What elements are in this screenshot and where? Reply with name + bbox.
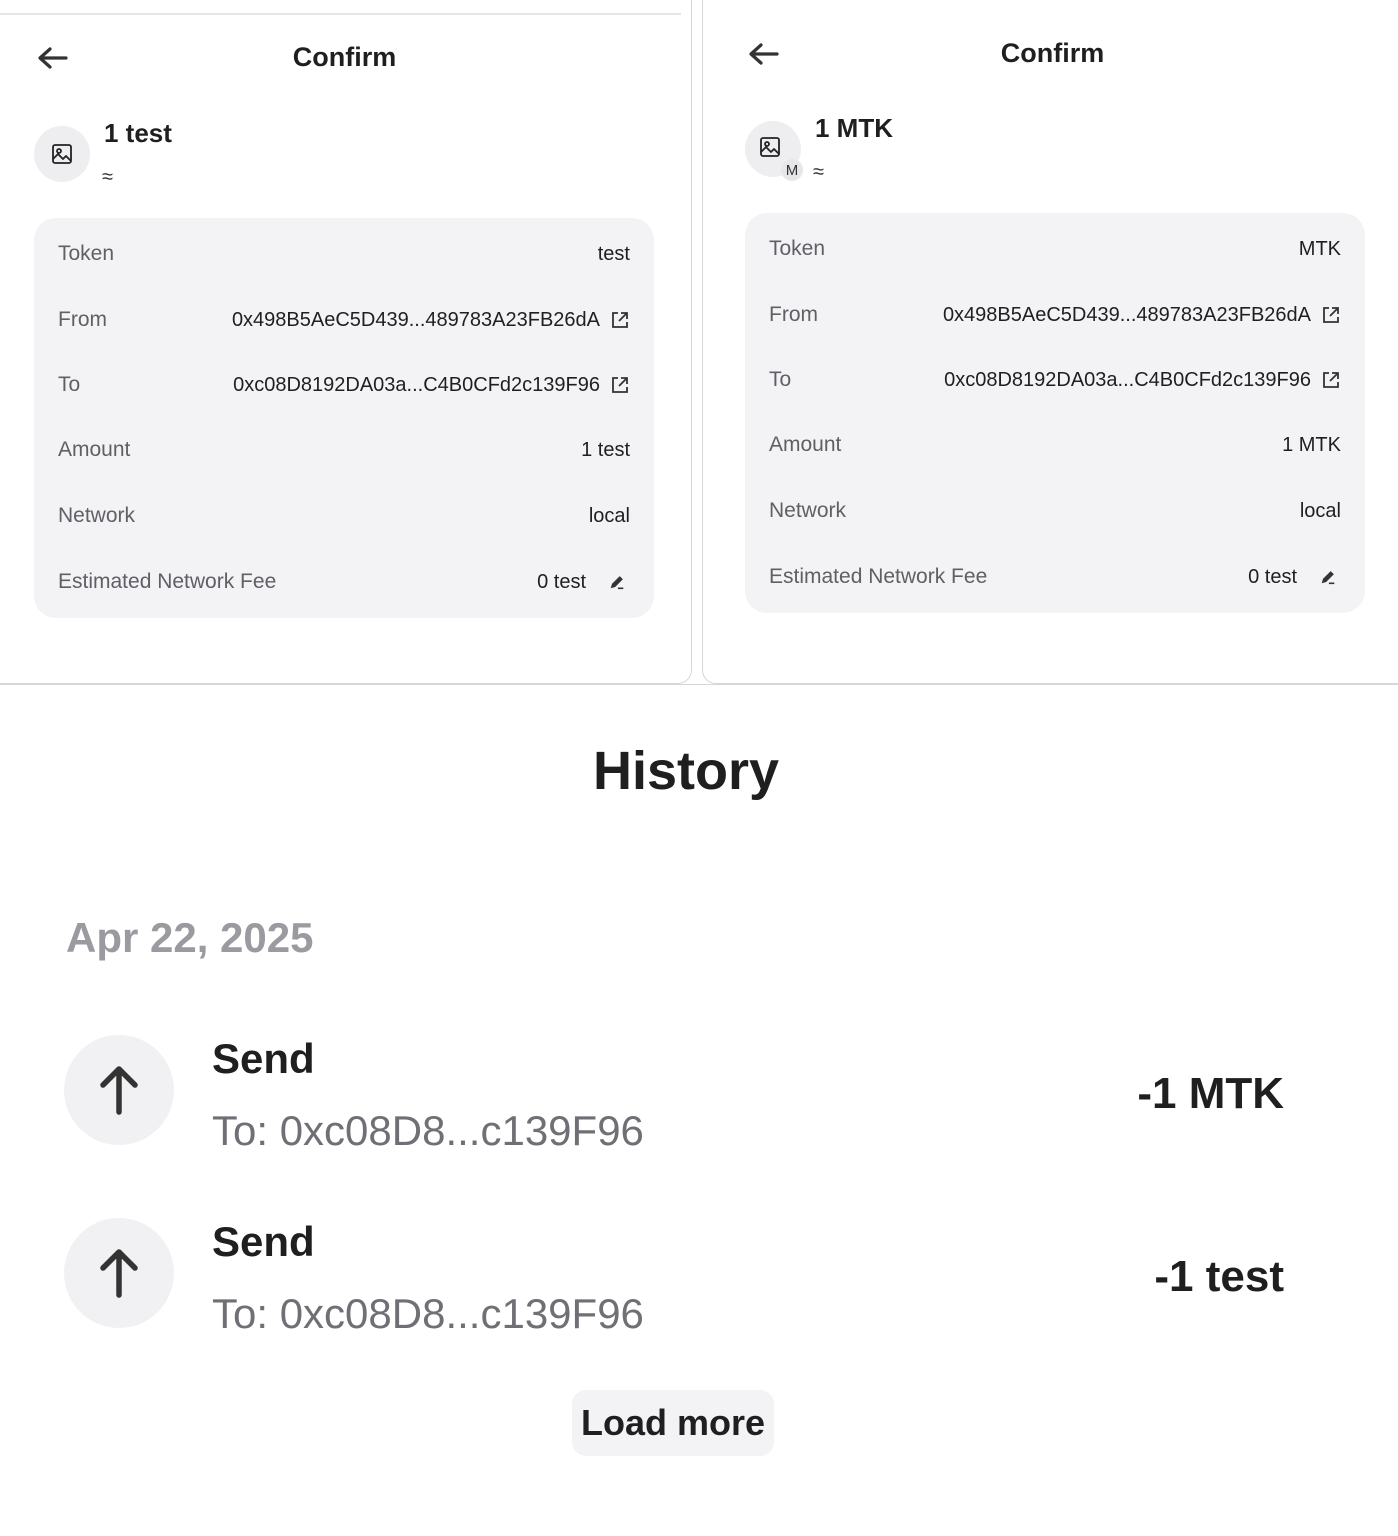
transaction-amount: -1 test (1154, 1252, 1284, 1301)
detail-row-amount: Amount 1 test (58, 430, 630, 470)
to-address: 0xc08D8192DA03a...C4B0CFd2c139F96 (233, 373, 600, 396)
transaction-recipient: To: 0xc08D8...c139F96 (212, 1290, 644, 1337)
fee-value: 0 test (537, 570, 586, 593)
detail-row-to: To 0xc08D8192DA03a...C4B0CFd2c139F96 (58, 365, 630, 405)
token-avatar: M (745, 121, 803, 181)
external-link-icon[interactable] (610, 375, 630, 395)
token-avatar (34, 126, 90, 182)
to-address: 0xc08D8192DA03a...C4B0CFd2c139F96 (944, 368, 1311, 391)
image-placeholder-icon (52, 144, 72, 164)
detail-label: Token (58, 242, 115, 265)
fee-value: 0 test (1248, 565, 1297, 588)
external-link-icon[interactable] (1321, 305, 1341, 325)
send-amount-header: 1 MTK (815, 113, 893, 143)
transaction-type: Send (212, 1035, 315, 1082)
confirm-panel-right: Confirm M 1 MTK ≈ Token MTK From 0x498B5… (702, 0, 1398, 684)
pencil-icon[interactable] (608, 573, 626, 591)
detail-label: Estimated Network Fee (769, 565, 988, 588)
pencil-icon[interactable] (1319, 568, 1337, 586)
detail-value: 1 MTK (1282, 433, 1341, 456)
detail-value: MTK (1298, 237, 1341, 260)
token-initial-badge: M (781, 159, 803, 181)
transaction-item[interactable]: Send To: 0xc08D8...c139F96 -1 test (64, 1218, 1284, 1338)
image-placeholder-icon (760, 137, 780, 157)
detail-row-fee: Estimated Network Fee 0 test (58, 562, 630, 602)
detail-label: Network (769, 499, 847, 522)
detail-label: To (58, 373, 81, 396)
detail-value: local (1299, 499, 1341, 522)
external-link-icon[interactable] (610, 310, 630, 330)
page-title: Confirm (292, 42, 397, 72)
detail-value: 1 test (581, 438, 630, 461)
detail-row-from: From 0x498B5AeC5D439...489783A23FB26dA (58, 300, 630, 340)
confirm-panel-left: Confirm 1 test ≈ Token test From 0x498B5… (0, 0, 692, 684)
detail-row-token: Token MTK (769, 229, 1341, 269)
detail-row-token: Token test (58, 234, 630, 274)
section-divider (0, 684, 1398, 685)
detail-label: Amount (769, 433, 842, 456)
detail-label: Network (58, 504, 136, 527)
detail-label: Amount (58, 438, 131, 461)
detail-row-fee: Estimated Network Fee 0 test (769, 557, 1341, 597)
transaction-details-card: Token test From 0x498B5AeC5D439...489783… (34, 218, 654, 618)
fiat-approx: ≈ (102, 166, 113, 188)
send-icon-circle (64, 1035, 174, 1145)
detail-row-to: To 0xc08D8192DA03a...C4B0CFd2c139F96 (769, 360, 1341, 400)
transaction-type: Send (212, 1218, 315, 1265)
send-amount-header: 1 test (104, 118, 172, 148)
detail-value: local (588, 504, 630, 527)
transaction-details-card: Token MTK From 0x498B5AeC5D439...489783A… (745, 213, 1365, 613)
from-address: 0x498B5AeC5D439...489783A23FB26dA (942, 303, 1311, 326)
detail-value: test (597, 242, 630, 265)
arrow-up-icon (100, 1066, 138, 1115)
from-address: 0x498B5AeC5D439...489783A23FB26dA (231, 308, 600, 331)
date-group-label: Apr 22, 2025 (66, 914, 314, 961)
detail-label: From (58, 308, 107, 331)
top-divider (0, 13, 681, 15)
external-link-icon[interactable] (1321, 370, 1341, 390)
detail-label: To (769, 368, 792, 391)
load-more-button[interactable]: Load more (572, 1390, 774, 1456)
fiat-approx: ≈ (813, 161, 824, 183)
transaction-item[interactable]: Send To: 0xc08D8...c139F96 -1 MTK (64, 1035, 1284, 1155)
detail-row-network: Network local (769, 491, 1341, 531)
detail-label: From (769, 303, 818, 326)
detail-row-network: Network local (58, 496, 630, 536)
transaction-recipient: To: 0xc08D8...c139F96 (212, 1107, 644, 1154)
arrow-up-icon (100, 1249, 138, 1298)
detail-label: Estimated Network Fee (58, 570, 277, 593)
history-title: History (592, 741, 780, 801)
detail-label: Token (769, 237, 826, 260)
send-icon-circle (64, 1218, 174, 1328)
detail-row-from: From 0x498B5AeC5D439...489783A23FB26dA (769, 295, 1341, 335)
detail-row-amount: Amount 1 MTK (769, 425, 1341, 465)
page-title: Confirm (1000, 38, 1105, 68)
transaction-amount: -1 MTK (1137, 1069, 1284, 1118)
